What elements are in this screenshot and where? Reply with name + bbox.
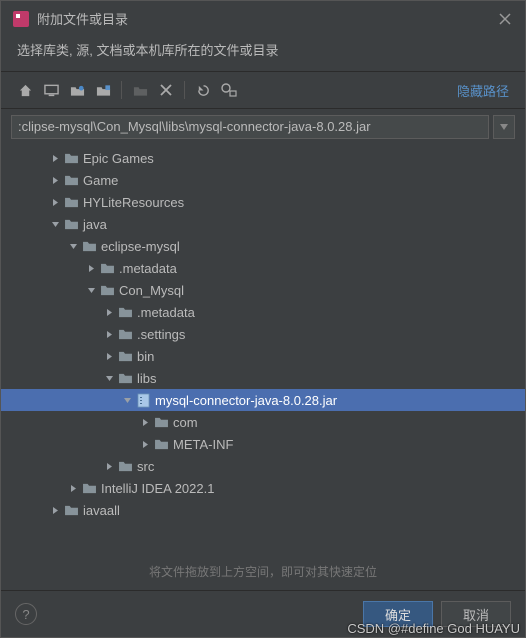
tree-node[interactable]: IntelliJ IDEA 2022.1 bbox=[1, 477, 525, 499]
dialog-title: 附加文件或目录 bbox=[37, 9, 489, 28]
tree-node[interactable]: iavaall bbox=[1, 499, 525, 521]
path-input[interactable]: :clipse-mysql\Con_Mysql\libs\mysql-conne… bbox=[11, 115, 489, 139]
refresh-icon[interactable] bbox=[191, 78, 215, 102]
drag-hint: 将文件拖放到上方空间，即可对其快速定位 bbox=[1, 557, 525, 590]
module-folder-icon[interactable] bbox=[91, 78, 115, 102]
folder-icon bbox=[63, 150, 79, 166]
tree-node-label: .metadata bbox=[137, 305, 195, 320]
chevron-right-icon[interactable] bbox=[137, 436, 153, 452]
folder-icon bbox=[81, 480, 97, 496]
tree-node[interactable]: bin bbox=[1, 345, 525, 367]
folder-icon bbox=[63, 194, 79, 210]
file-tree[interactable]: Epic Games Game HYLiteResources java eclipse… bbox=[1, 145, 525, 557]
tree-node-label: .settings bbox=[137, 327, 185, 342]
tree-node[interactable]: libs bbox=[1, 367, 525, 389]
folder-icon bbox=[63, 216, 79, 232]
folder-icon bbox=[99, 282, 115, 298]
footer: ? 确定 取消 bbox=[1, 590, 525, 637]
chevron-down-icon[interactable] bbox=[65, 238, 81, 254]
titlebar: 附加文件或目录 bbox=[1, 1, 525, 36]
tree-node[interactable]: Con_Mysql bbox=[1, 279, 525, 301]
tree-node[interactable]: Game bbox=[1, 169, 525, 191]
tree-node-label: bin bbox=[137, 349, 154, 364]
tree-node[interactable]: Epic Games bbox=[1, 147, 525, 169]
tree-node[interactable]: .settings bbox=[1, 323, 525, 345]
folder-icon bbox=[117, 326, 133, 342]
chevron-down-icon[interactable] bbox=[119, 392, 135, 408]
tree-node-label: META-INF bbox=[173, 437, 233, 452]
show-hidden-icon[interactable] bbox=[217, 78, 241, 102]
folder-icon bbox=[63, 172, 79, 188]
tree-node[interactable]: META-INF bbox=[1, 433, 525, 455]
cancel-button[interactable]: 取消 bbox=[441, 601, 511, 627]
tree-node-label: eclipse-mysql bbox=[101, 239, 180, 254]
chevron-down-icon[interactable] bbox=[101, 370, 117, 386]
folder-icon bbox=[153, 414, 169, 430]
chevron-right-icon[interactable] bbox=[137, 414, 153, 430]
home-icon[interactable] bbox=[13, 78, 37, 102]
tree-node-label: IntelliJ IDEA 2022.1 bbox=[101, 481, 214, 496]
chevron-right-icon[interactable] bbox=[47, 150, 63, 166]
jar-icon bbox=[135, 392, 151, 408]
dialog-subtitle: 选择库类, 源, 文档或本机库所在的文件或目录 bbox=[1, 36, 525, 71]
folder-icon bbox=[117, 304, 133, 320]
tree-node-label: .metadata bbox=[119, 261, 177, 276]
tree-node[interactable]: .metadata bbox=[1, 257, 525, 279]
project-folder-icon[interactable] bbox=[65, 78, 89, 102]
tree-node[interactable]: HYLiteResources bbox=[1, 191, 525, 213]
folder-icon bbox=[153, 436, 169, 452]
chevron-right-icon[interactable] bbox=[101, 348, 117, 364]
path-history-button[interactable] bbox=[493, 115, 515, 139]
tree-node[interactable]: eclipse-mysql bbox=[1, 235, 525, 257]
tree-node[interactable]: .metadata bbox=[1, 301, 525, 323]
tree-node-label: src bbox=[137, 459, 154, 474]
tree-node-label: Con_Mysql bbox=[119, 283, 184, 298]
desktop-icon[interactable] bbox=[39, 78, 63, 102]
tree-node-label: Epic Games bbox=[83, 151, 154, 166]
toolbar-separator bbox=[121, 81, 122, 99]
folder-icon bbox=[117, 370, 133, 386]
tree-node-label: HYLiteResources bbox=[83, 195, 184, 210]
tree-node-label: java bbox=[83, 217, 107, 232]
new-folder-icon[interactable] bbox=[128, 78, 152, 102]
chevron-right-icon[interactable] bbox=[101, 326, 117, 342]
path-row: :clipse-mysql\Con_Mysql\libs\mysql-conne… bbox=[1, 109, 525, 145]
chevron-right-icon[interactable] bbox=[83, 260, 99, 276]
folder-icon bbox=[117, 458, 133, 474]
ok-button[interactable]: 确定 bbox=[363, 601, 433, 627]
folder-icon bbox=[99, 260, 115, 276]
toolbar-separator bbox=[184, 81, 185, 99]
tree-node-label: libs bbox=[137, 371, 157, 386]
folder-icon bbox=[81, 238, 97, 254]
tree-node[interactable]: java bbox=[1, 213, 525, 235]
chevron-right-icon[interactable] bbox=[101, 304, 117, 320]
tree-node-label: com bbox=[173, 415, 198, 430]
chevron-right-icon[interactable] bbox=[47, 194, 63, 210]
folder-icon bbox=[117, 348, 133, 364]
toolbar: 隐藏路径 bbox=[1, 71, 525, 109]
delete-icon[interactable] bbox=[154, 78, 178, 102]
chevron-right-icon[interactable] bbox=[101, 458, 117, 474]
tree-node-label: mysql-connector-java-8.0.28.jar bbox=[155, 393, 337, 408]
tree-node-label: Game bbox=[83, 173, 118, 188]
tree-node[interactable]: com bbox=[1, 411, 525, 433]
app-logo-icon bbox=[13, 11, 29, 27]
tree-node[interactable]: src bbox=[1, 455, 525, 477]
chevron-right-icon[interactable] bbox=[47, 172, 63, 188]
chevron-down-icon[interactable] bbox=[47, 216, 63, 232]
folder-icon bbox=[63, 502, 79, 518]
tree-node[interactable]: mysql-connector-java-8.0.28.jar bbox=[1, 389, 525, 411]
help-button[interactable]: ? bbox=[15, 603, 37, 625]
chevron-down-icon[interactable] bbox=[83, 282, 99, 298]
tree-node-label: iavaall bbox=[83, 503, 120, 518]
dialog: 附加文件或目录 选择库类, 源, 文档或本机库所在的文件或目录 隐藏路径 :cl… bbox=[0, 0, 526, 638]
hide-path-link[interactable]: 隐藏路径 bbox=[457, 81, 513, 100]
close-icon[interactable] bbox=[497, 11, 513, 27]
chevron-right-icon[interactable] bbox=[65, 480, 81, 496]
chevron-right-icon[interactable] bbox=[47, 502, 63, 518]
